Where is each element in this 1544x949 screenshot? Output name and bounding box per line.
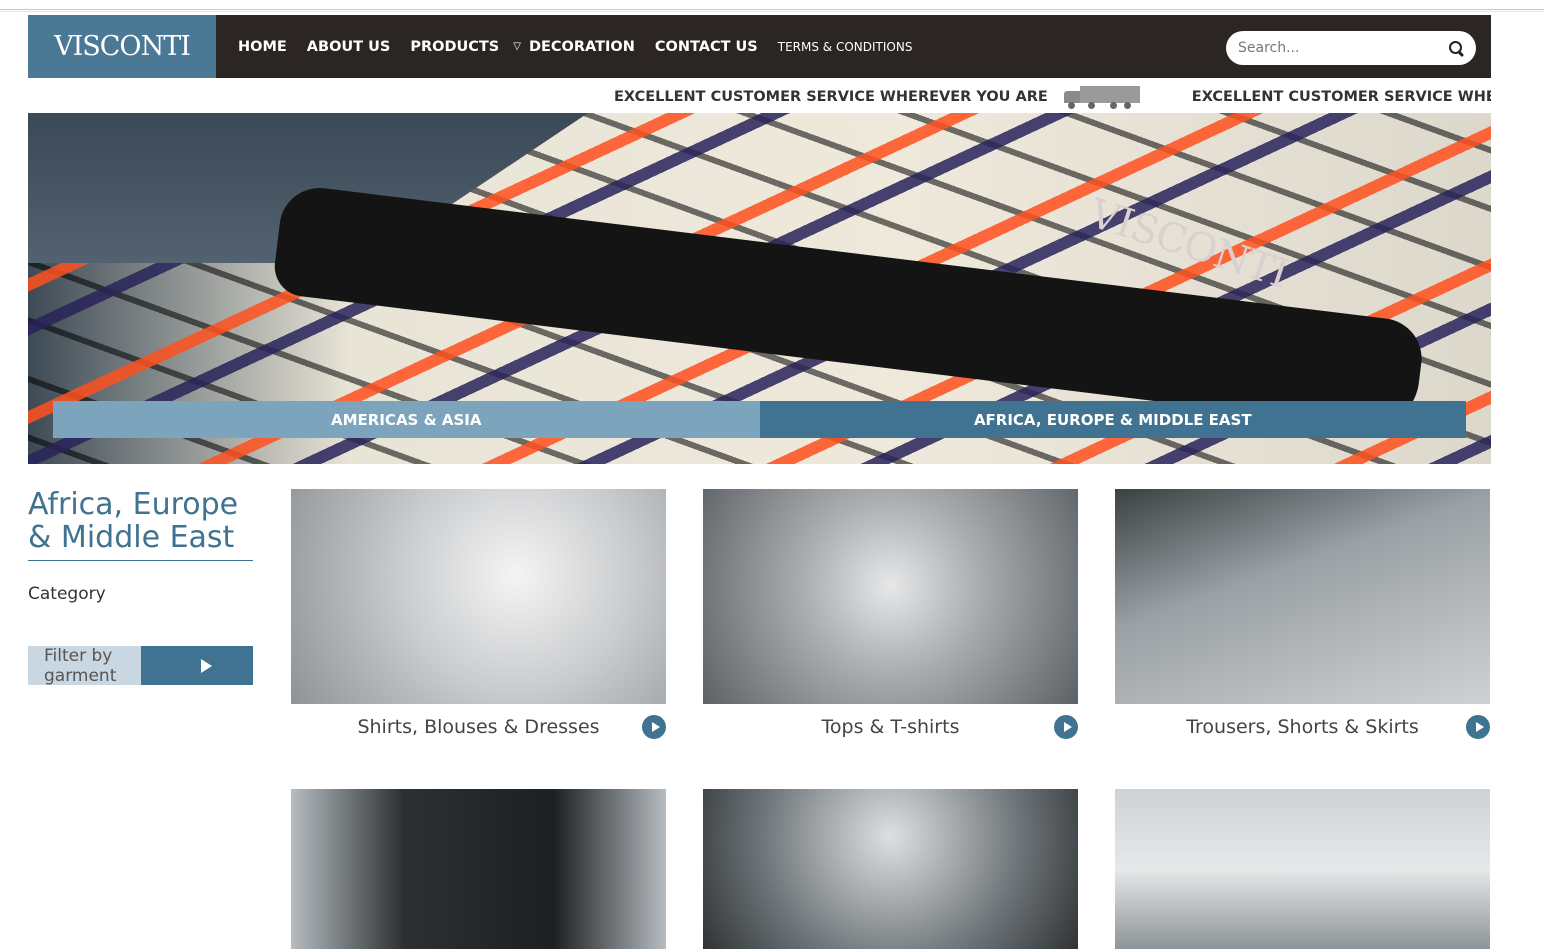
product-label: Shirts, Blouses & Dresses — [357, 716, 600, 738]
product-card[interactable]: Tops & T-shirts — [703, 489, 1078, 750]
product-link[interactable]: Trousers, Shorts & Skirts — [1115, 704, 1490, 750]
visconti-logo[interactable]: VISCONTI — [28, 15, 216, 78]
site-header: VISCONTI HOME ABOUT US PRODUCTS ▽ DECORA… — [28, 15, 1491, 78]
region-title: Africa, Europe & Middle East — [28, 488, 253, 561]
browser-top-strip — [0, 0, 1544, 10]
main-nav: HOME ABOUT US PRODUCTS ▽ DECORATION CONT… — [238, 15, 932, 78]
product-card[interactable] — [291, 789, 666, 949]
hanger-image — [271, 183, 1427, 433]
arrow-right-circle-icon[interactable] — [1054, 715, 1078, 739]
nav-home[interactable]: HOME — [238, 39, 287, 55]
search-input[interactable] — [1238, 40, 1448, 56]
nav-products[interactable]: PRODUCTS — [410, 39, 499, 55]
product-image[interactable] — [1115, 789, 1490, 949]
arrow-right-circle-icon[interactable] — [1466, 715, 1490, 739]
arrow-right-circle-icon[interactable] — [642, 715, 666, 739]
search-box — [1226, 31, 1476, 65]
product-card[interactable]: Trousers, Shorts & Skirts — [1115, 489, 1490, 750]
region-title-line2: & Middle East — [28, 520, 235, 555]
search-icon[interactable] — [1448, 40, 1464, 56]
nav-terms[interactable]: TERMS & CONDITIONS — [778, 40, 913, 54]
product-card[interactable] — [703, 789, 1078, 949]
service-ticker: EXCELLENT CUSTOMER SERVICE WHEREVER YOU … — [28, 80, 1491, 113]
product-card[interactable]: Shirts, Blouses & Dresses — [291, 489, 666, 750]
product-image[interactable] — [291, 789, 666, 949]
nav-contact-us[interactable]: CONTACT US — [655, 39, 758, 55]
product-label: Tops & T-shirts — [821, 716, 960, 738]
region-title-line1: Africa, Europe — [28, 487, 239, 522]
product-image[interactable] — [703, 489, 1078, 704]
truck-icon — [1062, 84, 1140, 110]
product-card[interactable] — [1115, 789, 1490, 949]
play-arrow-icon[interactable] — [140, 646, 253, 685]
product-image[interactable] — [1115, 489, 1490, 704]
hero-banner: VISCONTI AMERICAS & ASIA AFRICA, EUROPE … — [28, 113, 1491, 464]
product-link[interactable]: Tops & T-shirts — [703, 704, 1078, 750]
hanger-logo-text: VISCONTI — [1083, 190, 1294, 298]
nav-decoration[interactable]: DECORATION — [529, 39, 635, 55]
region-africa-europe-middle-east[interactable]: AFRICA, EUROPE & MIDDLE EAST — [759, 401, 1466, 438]
ticker-text-repeat: EXCELLENT CUSTOMER SERVICE WHEREVER YOU … — [1191, 88, 1491, 105]
region-americas-asia[interactable]: AMERICAS & ASIA — [53, 401, 760, 438]
ticker-text: EXCELLENT CUSTOMER SERVICE WHEREVER YOU … — [614, 88, 1048, 105]
filter-by-garment-dropdown[interactable]: Filter by garment — [28, 645, 253, 686]
nav-about-us[interactable]: ABOUT US — [307, 39, 391, 55]
product-link[interactable]: Shirts, Blouses & Dresses — [291, 704, 666, 750]
browser-top-divider — [0, 11, 1544, 12]
logo-text: VISCONTI — [54, 31, 191, 62]
category-label: Category — [28, 584, 106, 604]
chevron-down-icon[interactable]: ▽ — [513, 41, 521, 52]
product-image[interactable] — [291, 489, 666, 704]
filter-label: Filter by garment — [44, 645, 117, 686]
product-label: Trousers, Shorts & Skirts — [1186, 716, 1419, 738]
region-selector: AMERICAS & ASIA AFRICA, EUROPE & MIDDLE … — [53, 401, 1466, 438]
product-image[interactable] — [703, 789, 1078, 949]
